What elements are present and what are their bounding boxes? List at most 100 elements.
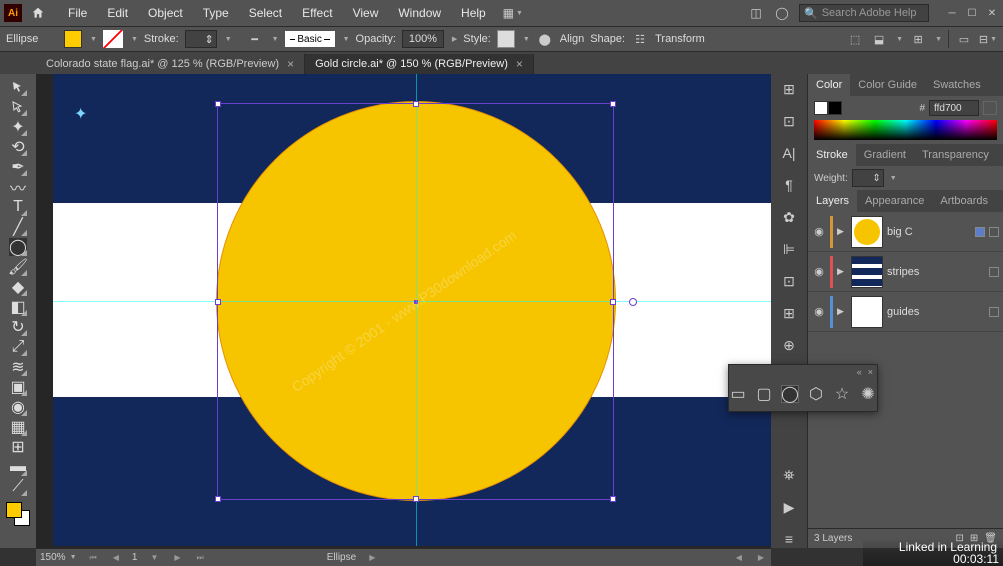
menu-type[interactable]: Type [193,6,239,20]
transform-panel-icon[interactable]: ⊞ [780,304,798,322]
target-indicator[interactable] [989,267,999,277]
properties-icon[interactable]: ⊞ [780,80,798,98]
fill-swatch[interactable] [64,30,82,48]
minimize-button[interactable]: ─ [945,6,959,20]
align-panel-icon[interactable]: ⊫ [780,240,798,258]
prev-page-icon[interactable]: ◀ [110,553,122,562]
flare-tool-icon[interactable]: ✺ [859,385,877,403]
stroke-weight-input[interactable]: ⇕ [185,30,217,48]
menu-effect[interactable]: Effect [292,6,342,20]
fill-mini-swatch[interactable] [814,101,828,115]
width-tool[interactable]: ≋ [9,358,27,376]
stroke-mini-swatch[interactable] [828,101,842,115]
eye-icon[interactable]: ◉ [812,265,826,279]
eye-icon[interactable]: ◉ [812,305,826,319]
info-icon[interactable]: ⊕ [780,336,798,354]
last-page-icon[interactable]: ⏭ [194,553,207,563]
spectrum-picker[interactable] [814,120,997,140]
page-num[interactable]: 1 [132,552,138,563]
close-icon[interactable]: × [287,57,294,71]
first-page-icon[interactable]: ⏮ [87,553,100,563]
line-tool[interactable]: ╱ [9,218,27,236]
tab-gold-circle[interactable]: Gold circle.ai* @ 150 % (RGB/Preview) × [305,54,534,74]
tab-layers[interactable]: Layers [808,190,857,212]
tab-libraries[interactable]: Libraries [996,190,1003,212]
free-transform-tool[interactable]: ▣ [9,378,27,396]
eye-icon[interactable]: ◉ [812,225,826,239]
tab-artboards[interactable]: Artboards [932,190,996,212]
eraser-tool[interactable]: ◧ [9,298,27,316]
mask-icon[interactable]: ⬓ [870,30,888,48]
recolor-icon[interactable]: ⬤ [536,30,554,48]
tab-colorado[interactable]: Colorado state flag.ai* @ 125 % (RGB/Pre… [36,54,305,74]
pen-tool[interactable]: ✒ [9,158,27,176]
essentials-icon[interactable]: ▭ [955,30,973,48]
layer-row[interactable]: ◉ ▶ stripes [808,252,1003,292]
menu-edit[interactable]: Edit [97,6,138,20]
maximize-button[interactable]: ☐ [965,6,979,20]
rounded-rect-icon[interactable]: ▢ [755,385,773,403]
lasso-tool[interactable]: ⟲ [9,138,27,156]
menu-window[interactable]: Window [388,6,451,20]
cloud-icon[interactable]: ◫ [747,4,765,22]
direct-selection-tool[interactable] [9,98,27,116]
eyedropper-tool[interactable]: ⟋ [9,478,27,496]
canvas[interactable]: ✦ Copyright © 2001 - www.P30download.com [36,74,771,548]
polygon-tool-icon[interactable]: ⬡ [807,385,825,403]
chevron-right-icon[interactable]: ▶ [837,226,847,237]
target-indicator[interactable] [989,307,999,317]
scale-tool[interactable]: ⤢ [9,338,27,356]
menu-file[interactable]: File [58,6,97,20]
tab-gradient[interactable]: Gradient [856,144,914,166]
tab-swatches[interactable]: Swatches [925,74,989,96]
fill-stroke-swatch[interactable] [6,502,30,526]
search-input[interactable]: 🔍 Search Adobe Help [799,4,929,22]
shaper-tool[interactable]: ◆ [9,278,27,296]
play-icon[interactable]: ▶ [780,498,798,516]
magic-wand-tool[interactable]: ✦ [9,118,27,136]
target-indicator[interactable] [989,227,999,237]
isolate-icon[interactable]: ⬚ [846,30,864,48]
style-swatch[interactable] [497,30,515,48]
home-button[interactable] [28,3,48,23]
tab-appearance[interactable]: Appearance [857,190,932,212]
libraries-icon[interactable]: ⊡ [780,112,798,130]
variable-width-icon[interactable]: ━ [246,30,264,48]
tab-color-guide[interactable]: Color Guide [850,74,925,96]
ellipse-tool-icon[interactable]: ◯ [781,385,799,403]
tab-stroke[interactable]: Stroke [808,144,856,166]
wheel-icon[interactable]: ⛯ [780,466,798,484]
pathfinder-icon[interactable]: ⊡ [780,272,798,290]
close-icon[interactable]: × [868,367,873,377]
brush-def[interactable]: Basic [285,31,335,47]
weight-input[interactable]: ⇕ [852,169,884,187]
selection-box[interactable] [217,103,614,500]
close-icon[interactable]: × [516,57,523,71]
glyphs-icon[interactable]: ✿ [780,208,798,226]
layer-row[interactable]: ◉ ▶ guides [808,292,1003,332]
curvature-tool[interactable]: 〰 [9,178,27,196]
rotate-tool[interactable]: ↻ [9,318,27,336]
mesh-tool[interactable]: ⊞ [9,438,27,456]
menu-help[interactable]: Help [451,6,496,20]
lightbulb-icon[interactable]: ◯ [773,4,791,22]
menu-object[interactable]: Object [138,6,193,20]
rect-tool-icon[interactable]: ▭ [729,385,747,403]
shape-builder-tool[interactable]: ◉ [9,398,27,416]
shape-icon[interactable]: ☷ [631,30,649,48]
type-tool[interactable]: T [9,198,27,216]
opacity-input[interactable]: 100% [402,30,444,48]
menu-view[interactable]: View [343,6,389,20]
arrange-icon[interactable]: ▦▼ [504,4,522,22]
layer-row[interactable]: ◉ ▶ big C [808,212,1003,252]
chevron-right-icon[interactable]: ▶ [837,266,847,277]
selected-indicator[interactable] [975,227,985,237]
menu-select[interactable]: Select [239,6,292,20]
star-tool-icon[interactable]: ☆ [833,385,851,403]
zoom-value[interactable]: 150% [40,552,66,563]
brush-tool[interactable]: 🖌 [9,258,27,276]
ellipse-tool[interactable]: ◯ [9,238,27,256]
shape-floating-panel[interactable]: « × ▭ ▢ ◯ ⬡ ☆ ✺ [728,364,878,412]
tab-color[interactable]: Color [808,74,850,96]
scroll-right-icon[interactable]: ▶ [755,553,767,562]
